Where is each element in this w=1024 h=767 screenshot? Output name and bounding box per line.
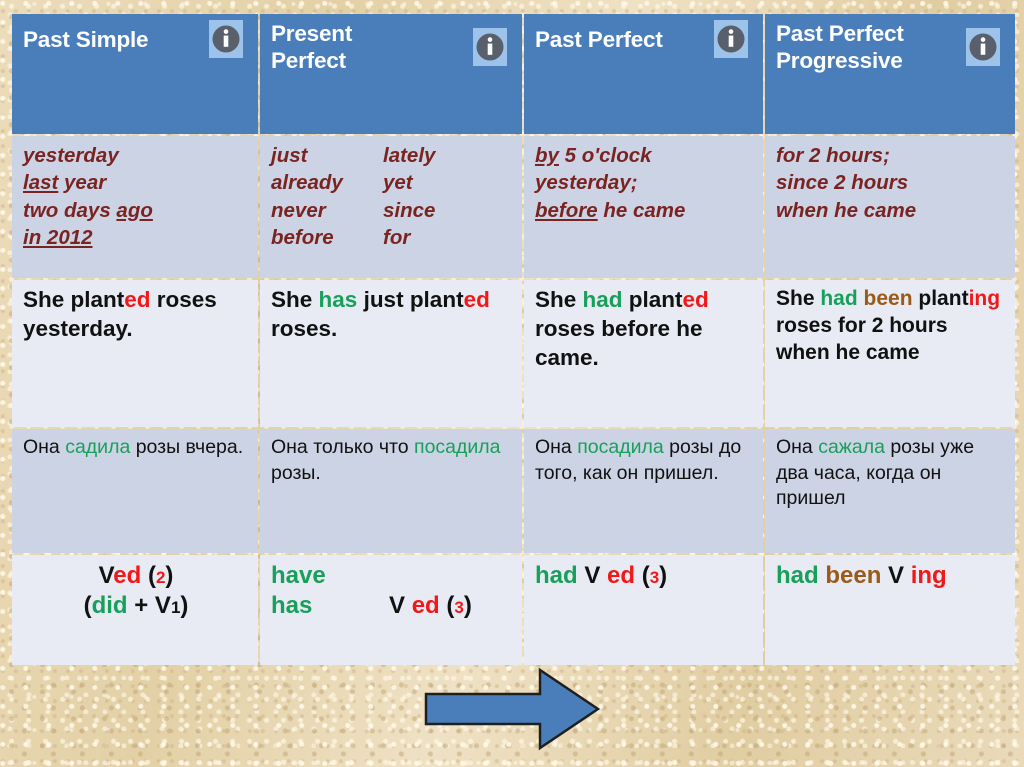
russian-cell-past-perfect-progressive: Она сажала розы уже два часа, когда он п… — [765, 429, 1015, 553]
tense-comparison-table: Past Simple Present Perfect Past Perfect… — [10, 12, 1017, 667]
formula-past-simple-line1: Ved (2) — [98, 562, 174, 589]
header-cell-present-perfect[interactable]: Present Perfect — [260, 14, 522, 134]
marker-line: last year — [23, 171, 107, 195]
info-icon-past-simple[interactable] — [209, 20, 243, 58]
table-header-row: Past Simple Present Perfect Past Perfect… — [12, 14, 1015, 134]
marker-list-present-perfect: just already never before lately yet since for — [271, 142, 513, 251]
russian-sentence-past-perfect-progressive: Она сажала розы уже два часа, когда он п… — [776, 436, 975, 510]
english-cell-present-perfect: She has just planted roses. — [260, 280, 522, 427]
english-sentence-present-perfect: She has just planted roses. — [271, 287, 490, 341]
marker-column: lately yet since for — [383, 142, 513, 251]
marker-line: for — [383, 225, 411, 249]
markers-cell-present-perfect: just already never before lately yet since for — [260, 136, 522, 278]
formula-present-perfect-line2: has V ed (3) — [271, 591, 513, 621]
english-sentence-past-simple: She planted roses yesterday. — [23, 287, 217, 341]
header-cell-past-perfect-progressive[interactable]: Past Perfect Progressive — [765, 14, 1015, 134]
column-title-past-perfect-progressive: Past Perfect Progressive — [776, 21, 904, 73]
formula-cell-past-perfect: had V ed (3) — [524, 555, 763, 665]
marker-line: yet — [383, 171, 413, 195]
header-cell-past-perfect[interactable]: Past Perfect — [524, 14, 763, 134]
marker-line: before he came — [535, 198, 686, 222]
time-markers-row: yesterday last year two days ago in 2012 ju… — [12, 136, 1015, 278]
english-example-row: She planted roses yesterday. She has jus… — [12, 280, 1015, 427]
marker-line: two days ago — [23, 198, 153, 222]
english-sentence-past-perfect-progressive: She had been planting roses for 2 hours … — [776, 287, 1001, 364]
russian-cell-past-simple: Она садила розы вчера. — [12, 429, 258, 553]
marker-list-past-simple: yesterday last year two days ago in 2012 — [23, 142, 249, 251]
formula-has: has — [271, 592, 313, 620]
marker-line: never — [271, 198, 326, 222]
marker-list-past-perfect: by 5 o'clock yesterday; before he came — [535, 142, 754, 224]
formula-past-perfect: had V ed (3) — [535, 562, 668, 589]
marker-line: just — [271, 144, 308, 167]
marker-line: before — [271, 225, 334, 249]
russian-cell-present-perfect: Она только что посадила розы. — [260, 429, 522, 553]
english-cell-past-perfect-progressive: She had been planting roses for 2 hours … — [765, 280, 1015, 427]
formula-present-perfect: have has V ed (3) — [271, 561, 513, 621]
markers-cell-past-perfect-progressive: for 2 hours; since 2 hours when he came — [765, 136, 1015, 278]
marker-list-past-perfect-progressive: for 2 hours; since 2 hours when he came — [776, 142, 1006, 224]
marker-line: in 2012 — [23, 225, 93, 249]
formula-cell-present-perfect: have has V ed (3) — [260, 555, 522, 665]
marker-line: yesterday — [23, 144, 119, 167]
marker-line: yesterday; — [535, 171, 638, 195]
formula-past-perfect-progressive: had been V ing — [776, 562, 947, 589]
english-cell-past-simple: She planted roses yesterday. — [12, 280, 258, 427]
marker-line: when he came — [776, 198, 917, 222]
column-title-present-perfect: Present Perfect — [271, 21, 353, 73]
formula-cell-past-simple: Ved (2) (did + V1) — [12, 555, 258, 665]
english-cell-past-perfect: She had planted roses before he came. — [524, 280, 763, 427]
header-cell-past-simple[interactable]: Past Simple — [12, 14, 258, 134]
formula-v-ed-3: V ed (3) — [389, 592, 472, 620]
formula-cell-past-perfect-progressive: had been V ing — [765, 555, 1015, 665]
formula-have: have — [271, 562, 326, 589]
formula-past-simple: Ved (2) (did + V1) — [23, 561, 249, 621]
column-title-past-perfect: Past Perfect — [535, 26, 663, 52]
info-icon-present-perfect[interactable] — [473, 28, 507, 66]
marker-line: for 2 hours; — [776, 144, 890, 167]
russian-sentence-present-perfect: Она только что посадила розы. — [271, 436, 501, 484]
markers-cell-past-perfect: by 5 o'clock yesterday; before he came — [524, 136, 763, 278]
column-title-past-simple: Past Simple — [23, 26, 149, 52]
markers-cell-past-simple: yesterday last year two days ago in 2012 — [12, 136, 258, 278]
right-arrow — [424, 666, 600, 752]
info-icon-past-perfect-progressive[interactable] — [966, 28, 1000, 66]
marker-line: already — [271, 171, 343, 195]
marker-line: lately — [383, 144, 436, 167]
formula-past-simple-line2: (did + V1) — [83, 592, 189, 620]
formula-present-perfect-line1: have — [271, 561, 513, 591]
russian-sentence-past-perfect: Она посадила розы до того, как он пришел… — [535, 436, 742, 484]
english-sentence-past-perfect: She had planted roses before he came. — [535, 287, 709, 370]
info-icon-past-perfect[interactable] — [714, 20, 748, 58]
marker-line: since 2 hours — [776, 171, 909, 195]
formula-row: Ved (2) (did + V1) have has V ed (3) had… — [12, 555, 1015, 665]
russian-translation-row: Она садила розы вчера. Она только что по… — [12, 429, 1015, 553]
russian-cell-past-perfect: Она посадила розы до того, как он пришел… — [524, 429, 763, 553]
marker-line: by 5 o'clock — [535, 144, 652, 167]
marker-column: just already never before — [271, 142, 383, 251]
marker-line: since — [383, 198, 436, 222]
russian-sentence-past-simple: Она садила розы вчера. — [23, 436, 244, 458]
